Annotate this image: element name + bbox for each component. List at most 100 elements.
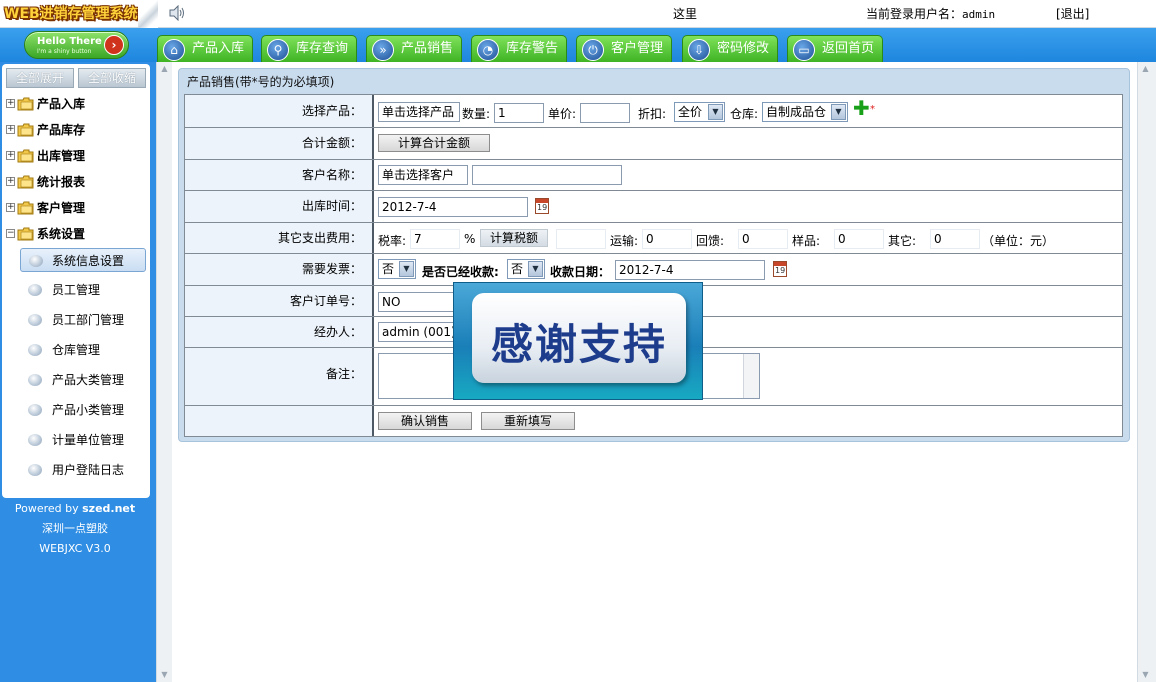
chevron-down-icon[interactable]: ▼: [831, 104, 846, 120]
current-user-info: 当前登录用户名：admin: [866, 5, 995, 22]
rss-icon: ◔: [477, 39, 499, 61]
expand-icon[interactable]: +: [6, 177, 15, 186]
form-row-actions: 确认销售 重新填写: [185, 406, 1122, 436]
sidebar-item-system-info[interactable]: 系统信息设置: [20, 248, 146, 272]
tab-password-change[interactable]: ⇩ 密码修改: [682, 35, 778, 62]
scroll-up-icon[interactable]: ▲: [157, 62, 172, 76]
unit-price-input[interactable]: [580, 103, 630, 123]
sidebar-item-product-subcategories[interactable]: 产品小类管理: [20, 398, 146, 422]
sample-input[interactable]: 0: [834, 229, 884, 249]
tree-node-reports[interactable]: + 统计报表: [4, 172, 150, 192]
scroll-up-icon[interactable]: ▲: [1138, 62, 1153, 76]
nav-band: Hello There I'm a shiny button › ⌂ 产品入库 …: [0, 28, 1156, 62]
sidebar-item-departments[interactable]: 员工部门管理: [20, 308, 146, 332]
tree-node-customers[interactable]: + 客户管理: [4, 198, 150, 218]
calc-tax-button[interactable]: 计算税额: [480, 229, 548, 247]
select-product-button[interactable]: 单击选择产品: [378, 102, 460, 122]
folder-icon: [17, 175, 34, 189]
collapse-icon[interactable]: −: [6, 229, 15, 238]
calendar-icon[interactable]: 19: [535, 198, 549, 214]
sidebar-item-units[interactable]: 计量单位管理: [20, 428, 146, 452]
payment-date-input[interactable]: 2012-7-4: [615, 260, 765, 280]
textarea-scrollbar[interactable]: [743, 354, 759, 398]
sidebar-item-login-log[interactable]: 用户登陆日志: [20, 458, 146, 482]
field-label: 备注：: [185, 348, 374, 405]
tree-node-system-settings[interactable]: − 系统设置: [4, 224, 150, 244]
tree-node-product-stock[interactable]: + 产品库存: [4, 120, 150, 140]
main-scrollbar[interactable]: ▲ ▼: [1137, 62, 1156, 682]
expand-icon[interactable]: +: [6, 125, 15, 134]
hello-there-button[interactable]: Hello There I'm a shiny button ›: [24, 31, 129, 59]
sidebar-item-product-categories[interactable]: 产品大类管理: [20, 368, 146, 392]
tree-node-product-in[interactable]: + 产品入库: [4, 94, 150, 114]
bullet-icon: [28, 284, 42, 296]
tax-rate-input[interactable]: 7: [410, 229, 460, 249]
field-label-empty: [185, 406, 374, 436]
speaker-icon[interactable]: [168, 5, 186, 21]
hello-button-line1: Hello There: [37, 36, 102, 47]
reset-form-button[interactable]: 重新填写: [481, 412, 575, 430]
chevron-down-icon[interactable]: ▼: [528, 261, 543, 277]
discount-value: 全价: [678, 105, 703, 119]
tab-return-home[interactable]: ▭ 返回首页: [787, 35, 883, 62]
tree-node-label: 产品入库: [37, 97, 86, 111]
rebate-input[interactable]: 0: [738, 229, 788, 249]
folder-icon: [17, 149, 34, 163]
bullet-icon: [28, 374, 42, 386]
tab-customer-management[interactable]: ⏻ 客户管理: [576, 35, 672, 62]
sidebar-item-label: 员工管理: [52, 283, 101, 297]
invoice-select[interactable]: 否 ▼: [378, 259, 416, 279]
tab-stock-warning[interactable]: ◔ 库存警告: [471, 35, 567, 62]
select-customer-button[interactable]: 单击选择客户: [378, 165, 468, 185]
company-name: 深圳一点塑胶: [42, 522, 108, 535]
tab-product-sales[interactable]: » 产品销售: [366, 35, 462, 62]
left-pane-scrollbar[interactable]: ▲ ▼: [156, 62, 172, 682]
calendar-icon[interactable]: 19: [773, 261, 787, 277]
sidebar-item-label: 计量单位管理: [52, 433, 125, 447]
unit-price-label: 单价:: [548, 107, 577, 121]
tax-amount-input[interactable]: [556, 229, 606, 249]
calendar-day: 19: [537, 203, 548, 212]
expand-icon[interactable]: +: [6, 151, 15, 160]
shipping-input[interactable]: 0: [642, 229, 692, 249]
logout-link[interactable]: [退出]: [1056, 5, 1089, 22]
customer-name-input[interactable]: [472, 165, 622, 185]
tab-label: 密码修改: [717, 41, 770, 56]
warehouse-label: 仓库:: [730, 107, 759, 121]
sidebar-item-employees[interactable]: 员工管理: [20, 278, 146, 302]
chevron-down-icon[interactable]: ▼: [399, 261, 414, 277]
chevron-down-icon[interactable]: ▼: [708, 104, 723, 120]
expand-all-button[interactable]: 全部展开: [6, 68, 74, 88]
payment-received-select[interactable]: 否 ▼: [507, 259, 545, 279]
calc-total-button[interactable]: 计算合计金额: [378, 134, 490, 152]
confirm-sale-button[interactable]: 确认销售: [378, 412, 472, 430]
app-version: WEBJXC V3.0: [39, 542, 111, 555]
tree-node-label: 出库管理: [37, 149, 86, 163]
sidebar-item-warehouses[interactable]: 仓库管理: [20, 338, 146, 362]
warehouse-value: 自制成品仓: [766, 105, 827, 119]
bullet-icon: [29, 255, 43, 267]
sample-label: 样品:: [792, 234, 821, 248]
other-input[interactable]: 0: [930, 229, 980, 249]
out-date-input[interactable]: 2012-7-4: [378, 197, 528, 217]
field-label: 经办人：: [185, 317, 374, 347]
add-plus-icon[interactable]: ✚: [853, 98, 870, 118]
percent-label: %: [464, 232, 476, 246]
expand-icon[interactable]: +: [6, 203, 15, 212]
warehouse-select[interactable]: 自制成品仓 ▼: [762, 102, 848, 122]
quantity-input[interactable]: 1: [494, 103, 544, 123]
field-label: 合计金额：: [185, 128, 374, 159]
scroll-down-icon[interactable]: ▼: [1138, 668, 1153, 682]
collapse-all-button[interactable]: 全部收缩: [78, 68, 146, 88]
folder-icon: [17, 123, 34, 137]
tab-stock-query[interactable]: ⚲ 库存查询: [261, 35, 357, 62]
scroll-down-icon[interactable]: ▼: [157, 668, 172, 682]
expand-icon[interactable]: +: [6, 99, 15, 108]
discount-select[interactable]: 全价 ▼: [674, 102, 725, 122]
bullet-icon: [28, 434, 42, 446]
powered-by-site[interactable]: szed.net: [82, 502, 135, 515]
tree-node-label: 客户管理: [37, 201, 86, 215]
tab-product-in[interactable]: ⌂ 产品入库: [157, 35, 253, 62]
tree-node-outbound[interactable]: + 出库管理: [4, 146, 150, 166]
sidebar: 全部展开 全部收缩 + 产品入库 + 产品库存 + 出库管理 + 统计报表 + …: [2, 64, 150, 498]
